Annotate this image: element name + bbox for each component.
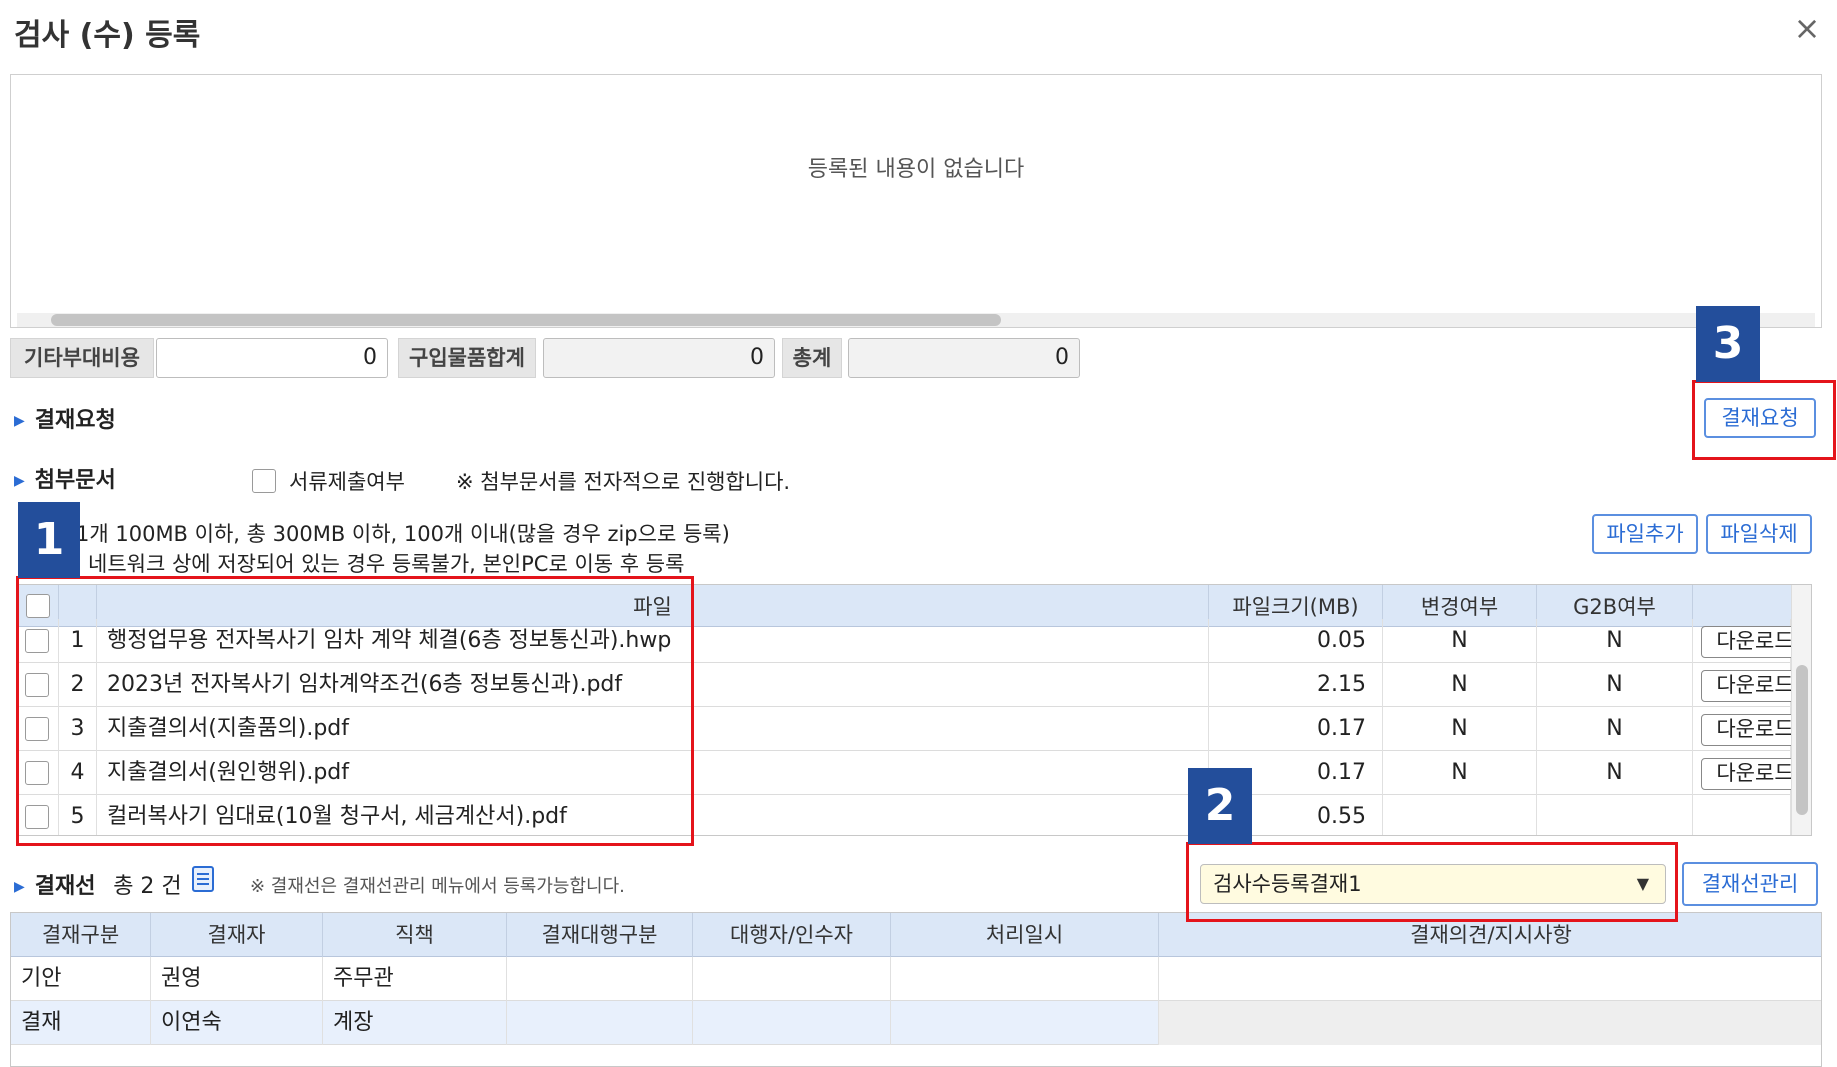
annotation-badge-1: 1 [18, 502, 80, 578]
approval-line-label: 결재선 [34, 874, 96, 899]
content-grid: 등록된 내용이 없습니다 [10, 74, 1822, 328]
approval-row[interactable]: 결재 이연숙 계장 [11, 1001, 1821, 1045]
changed-flag: N [1383, 619, 1537, 663]
other-cost-label: 기타부대비용 [10, 338, 154, 378]
approval-type-header: 결재구분 [11, 913, 151, 957]
download-cell [1693, 795, 1791, 835]
download-cell: 다운로드 [1693, 751, 1809, 795]
dialog-title: 검사 (수) 등록 [14, 18, 201, 53]
proxy-person-cell [693, 957, 891, 1001]
approval-line-note: ※ 결재선은 결재선관리 메뉴에서 등록가능합니다. [250, 876, 625, 897]
section-triangle-icon: ▶ [14, 473, 25, 489]
purchase-total-field: 0 [543, 338, 775, 378]
approval-request-section: ▶ 결재요청 [14, 402, 116, 434]
opinion-cell[interactable] [1159, 1001, 1821, 1045]
proxy-type-cell [507, 957, 693, 1001]
proxy-type-header: 결재대행구분 [507, 913, 693, 957]
download-cell: 다운로드 [1693, 619, 1809, 663]
approval-line-table: 결재구분 결재자 직책 결재대행구분 대행자/인수자 처리일시 결재의견/지시사… [10, 912, 1822, 1067]
horizontal-scroll-thumb[interactable] [51, 314, 1001, 326]
empty-message: 등록된 내용이 없습니다 [807, 157, 1025, 182]
grand-total-field: 0 [848, 338, 1080, 378]
document-submit-label: 서류제출여부 [289, 470, 405, 494]
file-table-scroll-thumb[interactable] [1796, 665, 1808, 815]
file-size: 0.17 [1209, 707, 1383, 751]
attachments-section: ▶ 첨부문서 [14, 462, 116, 494]
position-header: 직책 [323, 913, 507, 957]
g2b-flag: N [1537, 707, 1693, 751]
close-icon[interactable]: × [1787, 8, 1827, 48]
proxy-person-header: 대행자/인수자 [693, 913, 891, 957]
approver-cell: 권영 [151, 957, 323, 1001]
position-cell: 주무관 [323, 957, 507, 1001]
proxy-person-cell [693, 1001, 891, 1045]
delete-file-button[interactable]: 파일삭제 [1706, 514, 1812, 554]
processed-date-header: 처리일시 [891, 913, 1159, 957]
changed-flag [1383, 795, 1537, 835]
g2b-flag: N [1537, 619, 1693, 663]
excel-icon[interactable] [192, 866, 214, 892]
approval-row[interactable]: 기안 권영 주무관 [11, 957, 1821, 1001]
position-cell: 계장 [323, 1001, 507, 1045]
electronic-note: ※ 첨부문서를 전자적으로 진행합니다. [456, 470, 791, 494]
highlight-box-approval-line [1186, 842, 1678, 922]
approval-line-count: 총 2 건 [113, 874, 182, 899]
changed-flag: N [1383, 707, 1537, 751]
horizontal-scrollbar[interactable] [17, 313, 1815, 327]
add-file-button[interactable]: 파일추가 [1592, 514, 1698, 554]
download-cell: 다운로드 [1693, 663, 1809, 707]
file-size: 0.05 [1209, 619, 1383, 663]
file-size: 2.15 [1209, 663, 1383, 707]
proxy-type-cell [507, 1001, 693, 1045]
approver-header: 결재자 [151, 913, 323, 957]
section-triangle-icon: ▶ [14, 413, 25, 429]
approval-line-manage-button[interactable]: 결재선관리 [1682, 862, 1818, 906]
attachments-label: 첨부문서 [34, 468, 116, 493]
changed-flag: N [1383, 663, 1537, 707]
processed-date-cell [891, 957, 1159, 1001]
approval-request-label: 결재요청 [34, 408, 116, 433]
grand-total-label: 총계 [782, 338, 842, 378]
changed-flag: N [1383, 751, 1537, 795]
purchase-total-label: 구입물품합계 [398, 338, 536, 378]
approval-type-cell: 기안 [11, 957, 151, 1001]
annotation-badge-2: 2 [1188, 768, 1252, 844]
highlight-box-approval-request [1692, 380, 1836, 460]
g2b-flag: N [1537, 663, 1693, 707]
approval-type-cell: 결재 [11, 1001, 151, 1045]
section-triangle-icon: ▶ [14, 879, 25, 895]
approval-line-section: ▶ 결재선 총 2 건 [14, 868, 182, 900]
processed-date-cell [891, 1001, 1159, 1045]
file-limit-note: 1개 100MB 이하, 총 300MB 이하, 100개 이내(많을 경우 z… [76, 522, 730, 546]
network-note: 네트워크 상에 저장되어 있는 경우 등록불가, 본인PC로 이동 후 등록 [88, 552, 685, 576]
download-cell: 다운로드 [1693, 707, 1809, 751]
document-submit-checkbox[interactable] [252, 469, 276, 493]
document-submit-checkbox-wrap[interactable]: 서류제출여부 [252, 466, 405, 496]
g2b-flag [1537, 795, 1693, 835]
annotation-badge-3: 3 [1696, 306, 1760, 382]
opinion-cell[interactable] [1159, 957, 1821, 1001]
approver-cell: 이연숙 [151, 1001, 323, 1045]
highlight-box-file-list [16, 576, 694, 846]
other-cost-input[interactable]: 0 [156, 338, 388, 378]
file-table-scrollbar[interactable] [1791, 585, 1811, 835]
g2b-flag: N [1537, 751, 1693, 795]
